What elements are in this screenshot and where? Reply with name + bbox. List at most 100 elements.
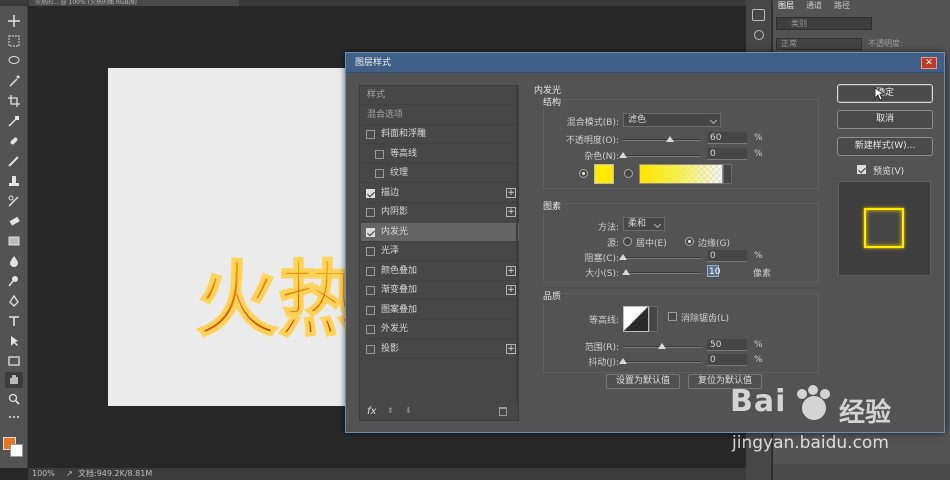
style-list-item[interactable]: 等高线 (361, 145, 519, 164)
style-list-item[interactable]: 渐变叠加 + (361, 281, 519, 300)
style-checkbox[interactable] (366, 305, 375, 315)
canvas[interactable]: 火热 (108, 68, 361, 406)
style-checkbox[interactable] (375, 149, 384, 159)
gradient-swatch[interactable] (639, 164, 723, 184)
size-slider[interactable] (622, 269, 701, 275)
style-list-item[interactable]: 混合选项 (361, 106, 519, 125)
style-list-item[interactable]: 内阴影 + (361, 203, 519, 222)
add-style-icon[interactable]: + (506, 285, 516, 295)
style-checkbox[interactable] (366, 344, 375, 354)
cancel-button[interactable]: 取消 (837, 110, 933, 129)
choke-input[interactable]: 0 (707, 250, 747, 262)
jitter-slider[interactable] (619, 358, 701, 364)
range-slider[interactable] (623, 343, 701, 349)
add-style-icon[interactable]: + (506, 343, 516, 354)
move-up-icon[interactable]: ⬆ (387, 406, 394, 415)
solid-color-radio[interactable] (579, 169, 588, 178)
antialias-checkbox[interactable] (668, 312, 677, 321)
contour-picker[interactable] (623, 306, 649, 332)
style-list-item[interactable]: 外发光 (361, 320, 519, 339)
layers-filter-input[interactable]: 类别 (776, 17, 872, 30)
source-center-radio[interactable] (623, 237, 632, 246)
healing-brush-icon[interactable] (5, 134, 23, 150)
gradient-tool-icon[interactable] (5, 234, 23, 250)
style-checkbox[interactable] (366, 208, 375, 217)
share-icon[interactable]: ↗ (66, 468, 73, 480)
eraser-icon[interactable] (5, 214, 23, 230)
contour-dropdown-icon[interactable] (649, 306, 658, 332)
type-tool-icon[interactable] (5, 314, 23, 330)
noise-slider[interactable] (619, 152, 701, 158)
add-style-icon[interactable]: + (506, 187, 516, 198)
zoom-tool-icon[interactable] (5, 392, 23, 408)
preview-checkbox[interactable] (857, 165, 866, 174)
style-list-item[interactable]: 内发光 (361, 222, 519, 242)
method-select[interactable]: 柔和 (623, 217, 665, 231)
style-list-item[interactable]: 颜色叠加 + (361, 262, 519, 281)
style-checkbox[interactable] (366, 286, 375, 295)
style-list-scrollbar[interactable] (516, 86, 518, 402)
crop-tool-icon[interactable] (5, 94, 23, 110)
blur-tool-icon[interactable] (5, 254, 23, 270)
background-color-swatch[interactable] (10, 444, 23, 457)
choke-slider-thumb[interactable] (619, 254, 627, 260)
zoom-level[interactable]: 100% (32, 468, 55, 480)
new-style-button[interactable]: 新建样式(W)... (837, 137, 933, 156)
move-tool-icon[interactable] (5, 14, 23, 30)
range-slider-thumb[interactable] (658, 343, 666, 349)
style-list-item[interactable]: 描边 + (361, 184, 519, 203)
history-brush-icon[interactable] (5, 194, 23, 210)
panel-icon-1[interactable] (752, 9, 765, 21)
opacity-slider[interactable] (623, 136, 701, 142)
pen-tool-icon[interactable] (5, 294, 23, 310)
style-list-item[interactable]: 纹理 (361, 164, 519, 183)
choke-slider[interactable] (619, 254, 701, 260)
rectangle-tool-icon[interactable] (5, 354, 23, 370)
hand-tool-icon[interactable] (5, 372, 23, 388)
stamp-tool-icon[interactable] (5, 174, 23, 190)
magic-wand-icon[interactable] (5, 74, 23, 90)
more-tools-icon[interactable] (5, 410, 23, 426)
gradient-radio[interactable] (624, 169, 633, 178)
tab-paths[interactable]: 路径 (834, 0, 850, 12)
style-checkbox[interactable] (366, 247, 375, 256)
layers-blend-select[interactable]: 正常 (776, 38, 862, 50)
size-input[interactable]: 10 (707, 265, 720, 277)
style-list-item[interactable]: 图案叠加 (361, 301, 519, 320)
style-list-item[interactable]: 斜面和浮雕 (361, 125, 519, 144)
style-list-item[interactable]: 投影 + (361, 340, 519, 359)
style-checkbox[interactable] (375, 169, 384, 178)
jitter-slider-thumb[interactable] (619, 358, 627, 364)
tab-layers[interactable]: 图层 (778, 0, 794, 12)
glow-color-swatch[interactable] (594, 164, 614, 184)
fx-icon[interactable]: fx (367, 406, 376, 417)
source-edge-radio[interactable] (685, 237, 694, 246)
lasso-tool-icon[interactable] (5, 54, 23, 70)
path-select-icon[interactable] (5, 334, 23, 350)
style-checkbox[interactable] (366, 130, 375, 139)
jitter-input[interactable]: 0 (707, 354, 747, 366)
noise-slider-thumb[interactable] (619, 152, 627, 158)
style-checkbox[interactable] (366, 266, 375, 276)
marquee-tool-icon[interactable] (5, 34, 23, 50)
close-button[interactable]: ✕ (921, 57, 937, 69)
ok-button[interactable]: 确定 (837, 84, 933, 103)
eyedropper-icon[interactable] (5, 114, 23, 130)
style-list-item[interactable]: 样式 (361, 86, 519, 105)
gradient-dropdown-icon[interactable] (723, 164, 732, 184)
opacity-slider-thumb[interactable] (665, 136, 674, 142)
panel-icon-2[interactable] (754, 30, 764, 40)
opacity-input[interactable]: 60 (707, 132, 747, 144)
range-input[interactable]: 50 (707, 339, 747, 351)
add-style-icon[interactable]: + (506, 207, 516, 217)
style-list-item[interactable]: 光泽 (361, 242, 519, 261)
trash-icon[interactable] (499, 407, 507, 416)
dodge-tool-icon[interactable] (5, 274, 23, 290)
move-down-icon[interactable]: ⬇ (405, 406, 412, 415)
blend-mode-select[interactable]: 滤色 (623, 113, 721, 127)
set-default-button[interactable]: 设置为默认值 (606, 374, 680, 389)
add-style-icon[interactable]: + (506, 265, 516, 276)
size-slider-thumb[interactable] (622, 269, 631, 275)
style-checkbox[interactable] (366, 188, 375, 198)
brush-tool-icon[interactable] (5, 154, 23, 170)
